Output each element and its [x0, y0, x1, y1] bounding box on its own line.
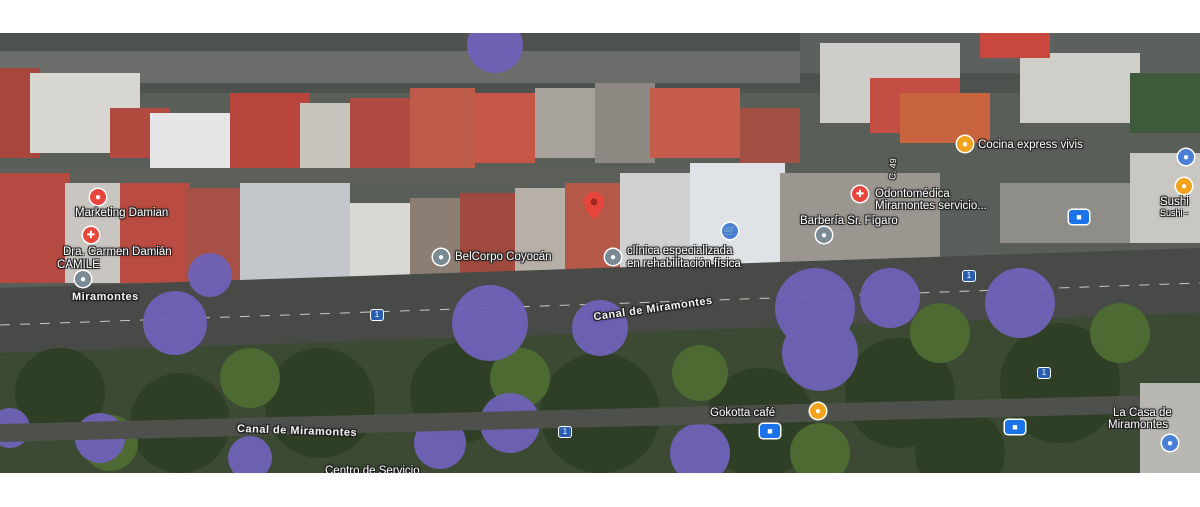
poi-gokotta-cafe[interactable]: Gokotta café [710, 407, 775, 419]
poi-clinica-line1[interactable]: clínica especializada [627, 245, 732, 257]
location-pin-icon[interactable]: ● [816, 227, 832, 243]
restaurant-icon[interactable]: ● [810, 403, 826, 419]
poi-camile[interactable]: CAMILE [57, 259, 100, 271]
route-shield: 1 [1038, 368, 1050, 378]
route-shield: 1 [559, 427, 571, 437]
poi-la-casa-line2[interactable]: Miramontes [1108, 419, 1168, 431]
place-icon[interactable]: ● [90, 189, 106, 205]
bus-stop-icon[interactable]: ■ [1005, 420, 1025, 434]
poi-sushi-line2[interactable]: Sushi - [1160, 207, 1188, 219]
road-label-miramontes: Miramontes [72, 291, 139, 303]
road-label-c49: C. 49 [887, 158, 899, 180]
satellite-imagery [0, 33, 1200, 473]
location-pin-icon[interactable] [584, 192, 604, 220]
place-icon[interactable]: ✚ [83, 227, 99, 243]
poi-la-casa-line1[interactable]: La Casa de [1113, 407, 1172, 419]
location-pin-icon[interactable]: ● [75, 271, 91, 287]
place-icon[interactable]: ✚ [852, 186, 868, 202]
poi-dra-carmen-damian[interactable]: Dra. Carmen Damián [63, 246, 172, 258]
shopping-icon[interactable]: ● [1162, 435, 1178, 451]
restaurant-icon[interactable]: ● [1176, 178, 1192, 194]
bus-stop-icon[interactable]: ■ [760, 424, 780, 438]
poi-marketing-damian[interactable]: Marketing Damian [75, 207, 168, 219]
location-pin-icon[interactable]: ● [605, 249, 621, 265]
shopping-icon[interactable]: ● [1178, 149, 1194, 165]
satellite-map[interactable]: Canal de Miramontes Canal de Miramontes … [0, 33, 1200, 473]
poi-centro-servicio[interactable]: Centro de Servicio [325, 465, 420, 473]
poi-clinica-line2[interactable]: en rehabilitación física [627, 258, 741, 270]
shopping-icon[interactable]: 🛒 [722, 223, 738, 239]
route-shield: 1 [963, 271, 975, 281]
poi-odonto-line2[interactable]: Miramontes servicio... [875, 200, 987, 212]
restaurant-icon[interactable]: ● [957, 136, 973, 152]
route-shield: 1 [371, 310, 383, 320]
location-pin-icon[interactable]: ● [433, 249, 449, 265]
poi-cocina-express[interactable]: Cocina express vivis [978, 139, 1083, 151]
poi-barberia[interactable]: Barbería Sr. Fígaro [800, 215, 898, 227]
poi-odonto-line1[interactable]: Odontomédica [875, 188, 950, 200]
bus-stop-icon[interactable]: ■ [1069, 210, 1089, 224]
poi-belcorpo[interactable]: BelCorpo Coyocán [455, 251, 552, 263]
